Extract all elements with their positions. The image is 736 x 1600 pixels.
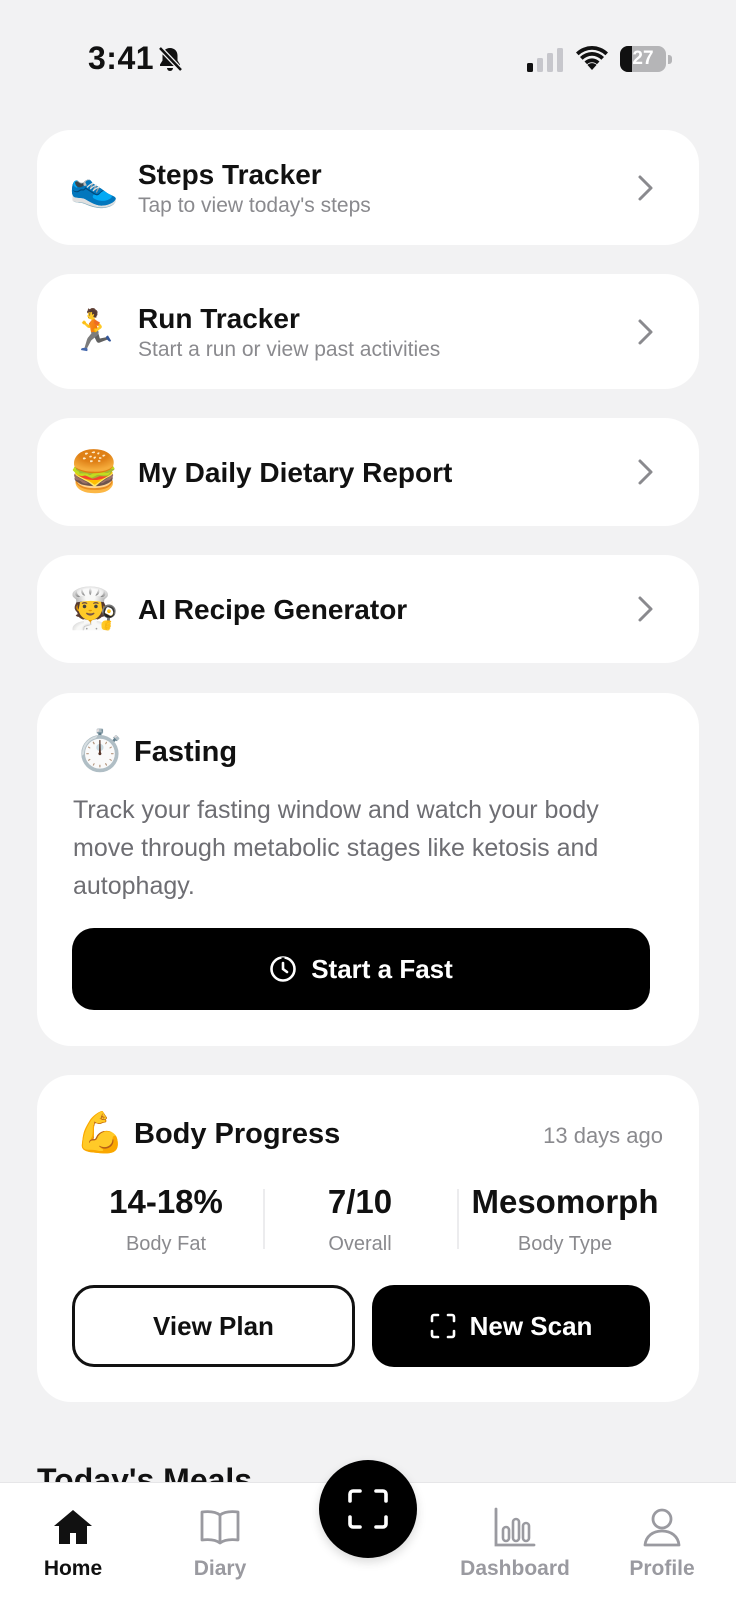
bar-chart-icon [494, 1507, 536, 1547]
chevron-right-icon [638, 175, 653, 201]
body-fat-value: 14-18% [109, 1183, 223, 1220]
stopwatch-icon: ⏱️ [75, 729, 125, 773]
home-icon [54, 1510, 92, 1544]
dietary-report-title: My Daily Dietary Report [138, 457, 453, 488]
book-icon [200, 1510, 240, 1545]
chevron-right-icon [638, 319, 653, 345]
tab-dashboard-label: Dashboard [460, 1557, 570, 1580]
chevron-right-icon [638, 596, 653, 622]
tab-profile[interactable]: Profile [597, 1483, 727, 1600]
flexed-bicep-icon: 💪 [75, 1111, 125, 1155]
scan-frame-icon [430, 1313, 455, 1339]
tab-diary[interactable]: Diary [155, 1483, 285, 1600]
start-fast-button[interactable]: Start a Fast [72, 928, 650, 1010]
chevron-right-icon [638, 459, 653, 485]
scan-button[interactable] [319, 1460, 417, 1558]
body-fat-stat: 14-18% Body Fat [71, 1183, 261, 1256]
tab-home-label: Home [43, 1557, 103, 1580]
steps-tracker-title: Steps Tracker [138, 159, 322, 190]
run-tracker-card[interactable]: 🏃 Run Tracker Start a run or view past a… [37, 274, 699, 389]
fasting-card: ⏱️ Fasting Track your fasting window and… [37, 693, 699, 1046]
cellular-signal-icon [527, 48, 563, 72]
view-plan-label: View Plan [153, 1310, 274, 1341]
body-progress-title: Body Progress [134, 1118, 341, 1150]
body-type-label: Body Type [517, 1233, 613, 1255]
overall-label: Overall [328, 1233, 392, 1255]
tab-home[interactable]: Home [8, 1483, 138, 1600]
run-tracker-subtitle: Start a run or view past activities [138, 338, 441, 361]
body-type-value: Mesomorph [471, 1183, 659, 1220]
tab-dashboard[interactable]: Dashboard [450, 1483, 580, 1600]
overall-value: 7/10 [327, 1183, 393, 1220]
last-scan-time: 13 days ago [543, 1123, 663, 1148]
tab-diary-label: Diary [193, 1557, 247, 1580]
steps-tracker-card[interactable]: 👟 Steps Tracker Tap to view today's step… [37, 130, 699, 245]
new-scan-button[interactable]: New Scan [372, 1285, 650, 1367]
sneaker-icon: 👟 [69, 165, 119, 209]
start-fast-label: Start a Fast [311, 953, 453, 984]
status-bar: 3:41 27 [0, 0, 736, 110]
tab-profile-label: Profile [629, 1557, 695, 1580]
body-progress-card: 💪 Body Progress 13 days ago 14-18% Body … [37, 1075, 699, 1402]
burger-icon: 🍔 [69, 450, 119, 494]
battery-percent: 27 [632, 48, 654, 69]
bell-muted-icon [158, 46, 183, 72]
body-type-stat: Mesomorph Body Type [459, 1183, 671, 1256]
new-scan-label: New Scan [469, 1310, 593, 1341]
dietary-report-card[interactable]: 🍔 My Daily Dietary Report [37, 418, 699, 526]
fasting-title: Fasting [134, 736, 238, 768]
overall-stat: 7/10 Overall [265, 1183, 455, 1256]
ai-recipe-generator-card[interactable]: 🧑‍🍳 AI Recipe Generator [37, 555, 699, 663]
runner-icon: 🏃 [69, 309, 119, 353]
timer-icon [270, 956, 296, 982]
ai-recipe-generator-title: AI Recipe Generator [138, 594, 408, 625]
steps-tracker-subtitle: Tap to view today's steps [138, 194, 371, 217]
run-tracker-title: Run Tracker [138, 303, 300, 334]
body-fat-label: Body Fat [125, 1233, 207, 1255]
wifi-icon [576, 46, 608, 70]
status-time: 3:41 [88, 40, 155, 76]
fasting-description: Track your fasting window and watch your… [73, 796, 599, 900]
person-icon [643, 1508, 681, 1547]
view-plan-button[interactable]: View Plan [72, 1285, 355, 1367]
scan-icon [348, 1489, 388, 1529]
battery-indicator: 27 [620, 46, 672, 72]
chef-icon: 🧑‍🍳 [69, 587, 119, 631]
